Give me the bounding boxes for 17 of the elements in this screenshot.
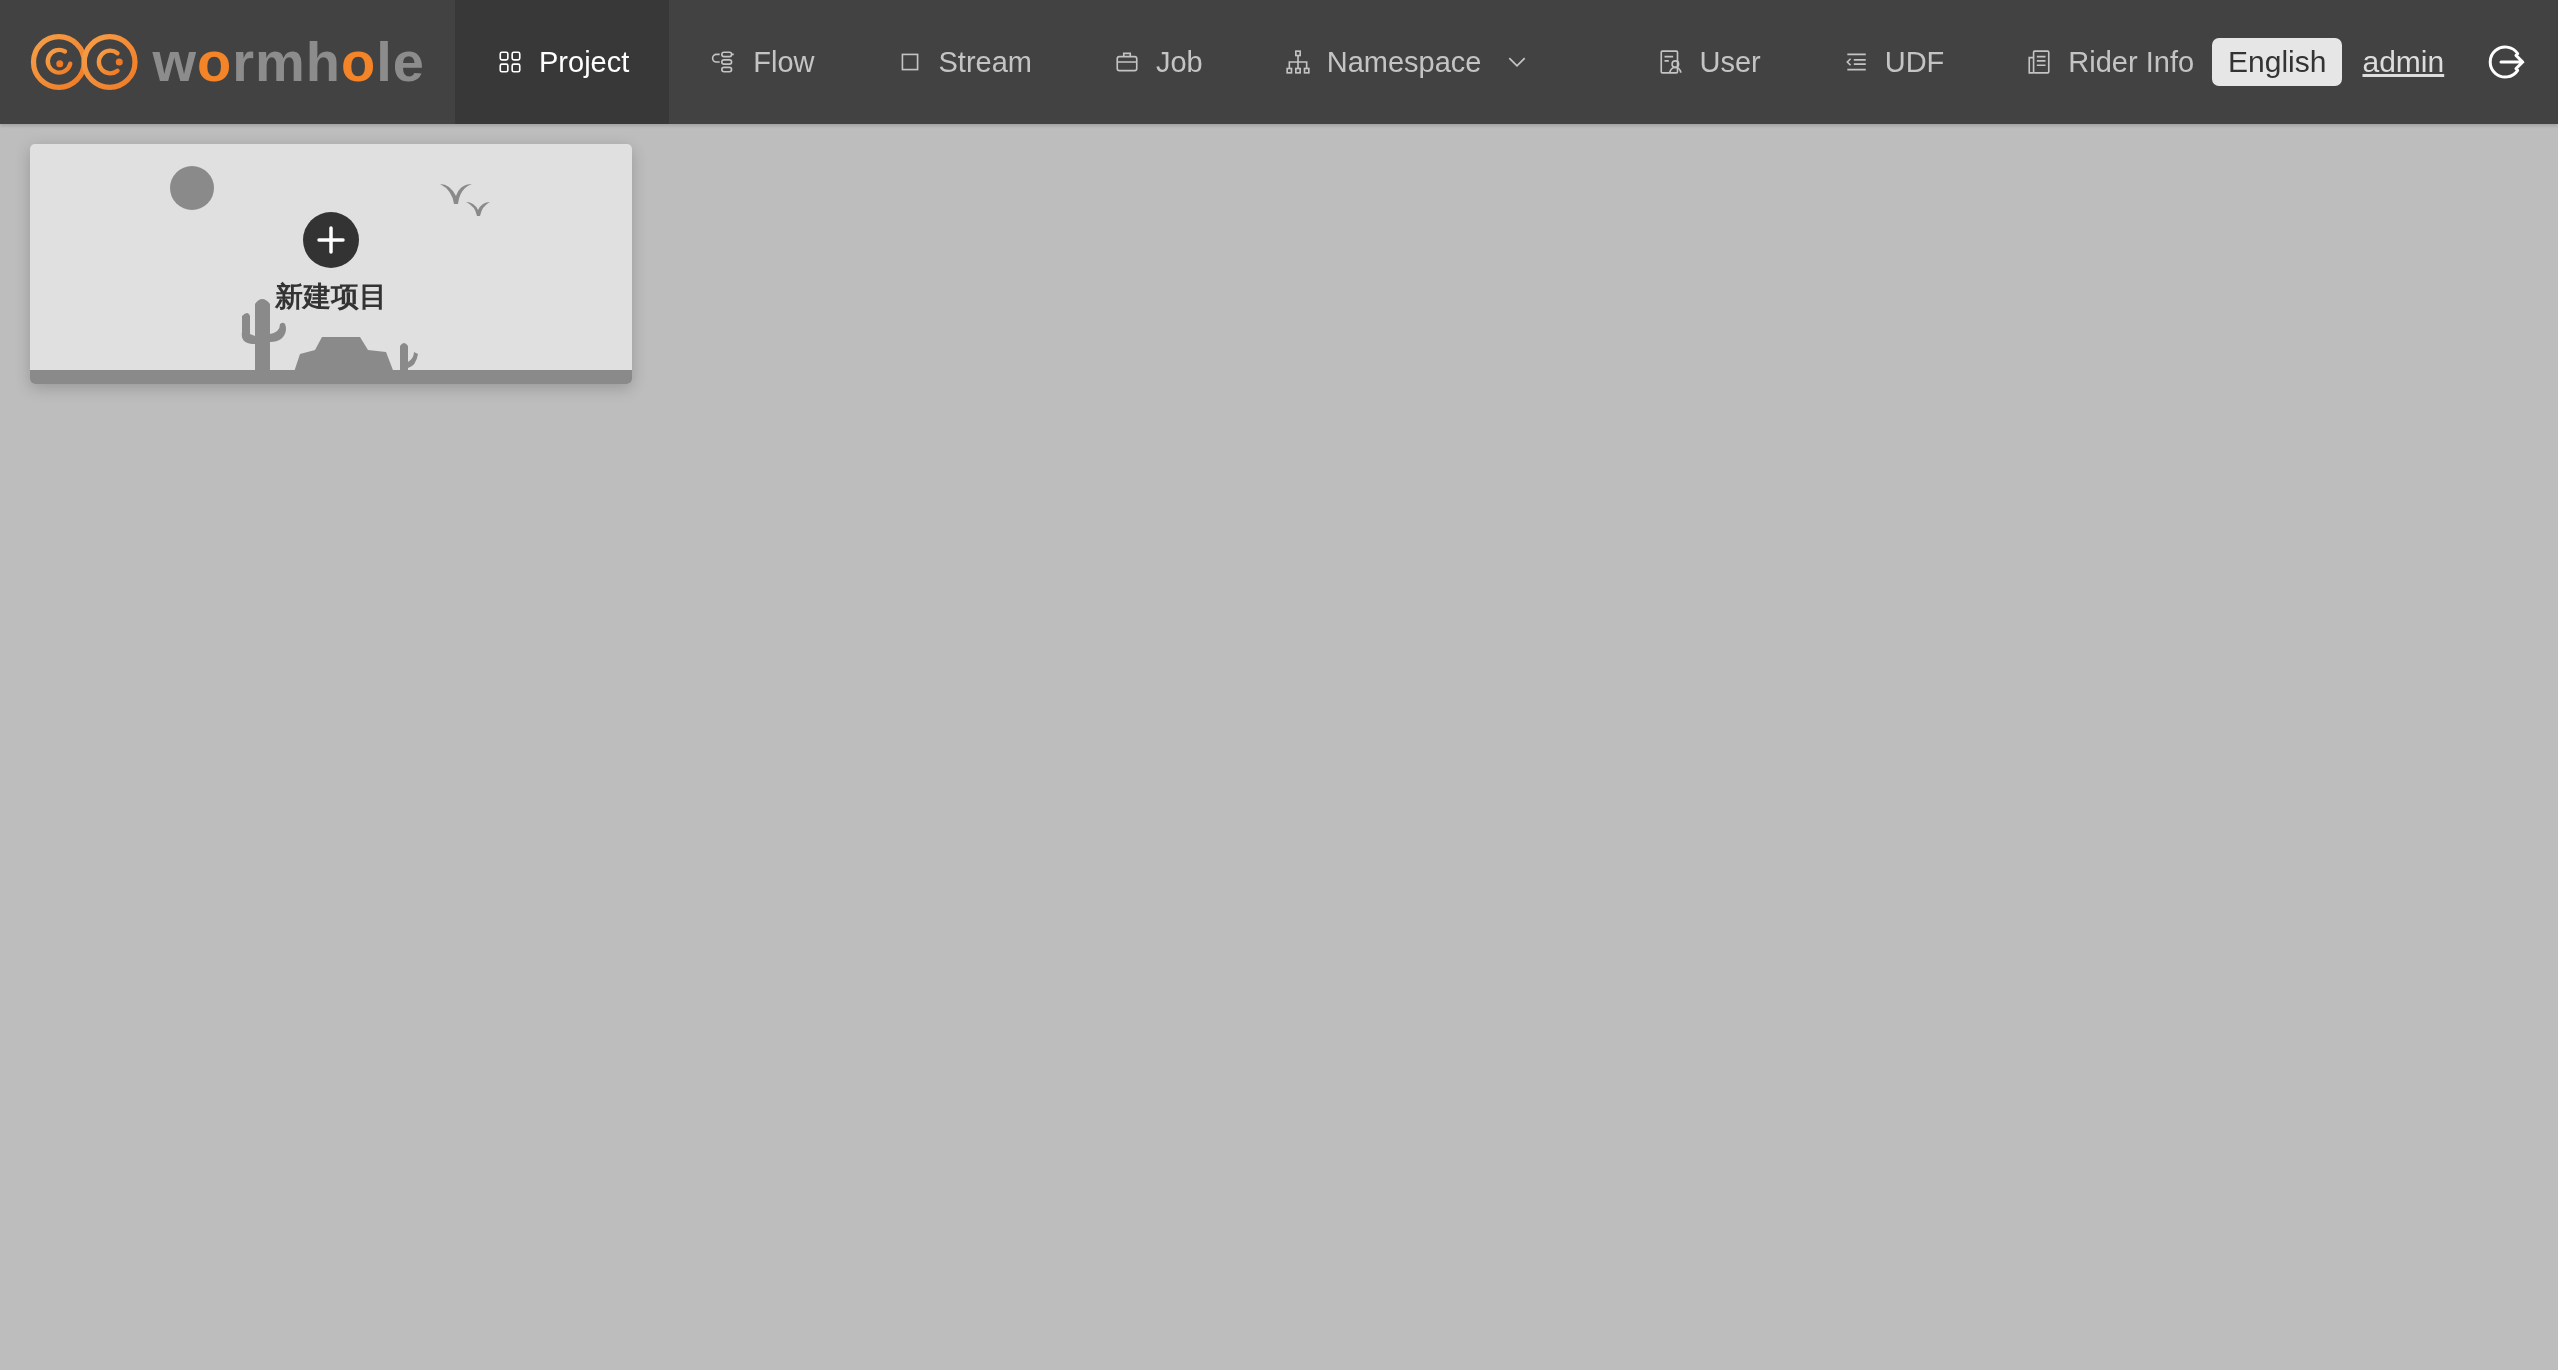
nav-tab[interactable]: User xyxy=(1615,0,1801,124)
new-project-card[interactable]: 新建项目 xyxy=(30,144,632,384)
new-project-label: 新建项目 xyxy=(275,280,387,314)
add-icon xyxy=(303,212,359,268)
logo-text: wormhole xyxy=(152,34,425,90)
grid-icon xyxy=(497,49,523,75)
hierarchy-icon xyxy=(1284,49,1311,75)
user-link[interactable]: admin xyxy=(2362,45,2445,79)
document-icon xyxy=(2026,49,2053,75)
nav-tab[interactable]: Job xyxy=(1072,0,1243,124)
nav-tab[interactable]: UDF xyxy=(1800,0,1985,124)
nav-tab[interactable]: Namespace xyxy=(1242,0,1566,124)
nav-tab[interactable]: Flow xyxy=(669,0,855,124)
nav-tab[interactable]: Stream xyxy=(854,0,1072,124)
language-button[interactable]: English xyxy=(2212,38,2343,86)
nav-tab[interactable]: Project xyxy=(455,0,670,124)
user-card-icon xyxy=(1657,49,1684,75)
